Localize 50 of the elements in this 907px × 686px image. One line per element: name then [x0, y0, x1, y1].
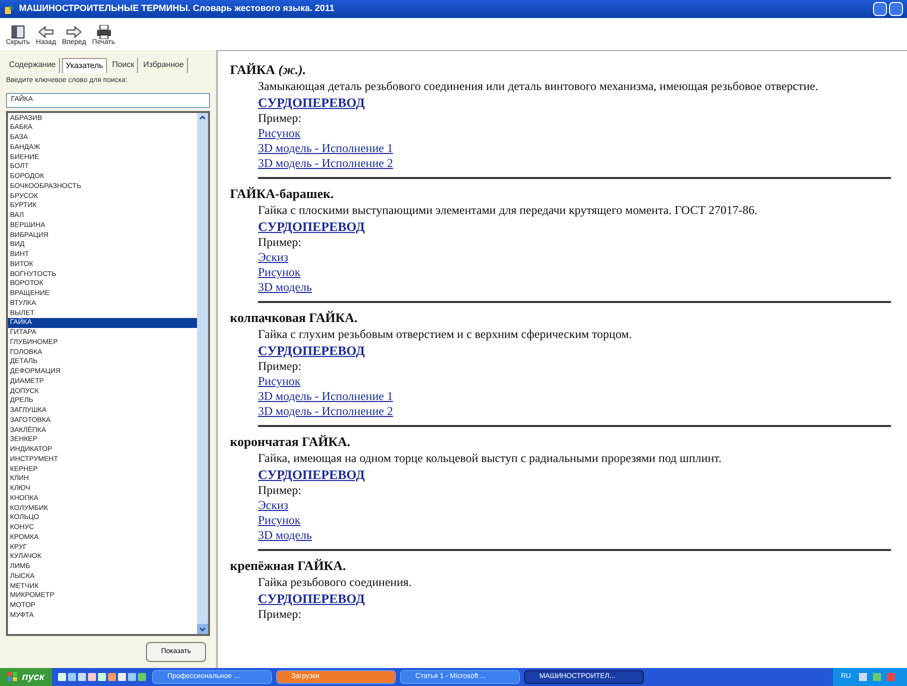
example-link[interactable]: Рисунок [258, 513, 301, 528]
sign-translation-link[interactable]: СУРДОПЕРЕВОД [258, 218, 365, 235]
minimize-button[interactable] [873, 2, 887, 16]
windows-flag-icon [8, 672, 18, 682]
tab[interactable]: Содержание [6, 58, 60, 73]
example-label: Пример: [258, 235, 302, 250]
tab[interactable]: Указатель [62, 58, 108, 73]
sign-translation-link[interactable]: СУРДОПЕРЕВОД [258, 590, 365, 607]
example-label: Пример: [258, 359, 302, 374]
forward-arrow-icon [66, 25, 82, 39]
example-link[interactable]: Рисунок [258, 374, 301, 389]
tab[interactable]: Поиск [109, 58, 138, 73]
definition: Замыкающая деталь резьбового соединения или деталь винтового механизма, имеющая резьбовое отверстие. [258, 79, 818, 94]
window-title: МАШИНОСТРОИТЕЛЬНЫЕ ТЕРМИНЫ. Словарь жестового языка. 2011 [19, 2, 334, 16]
example-link[interactable]: 3D модель [258, 528, 312, 543]
term-heading: крепёжная ГАЙКА. [230, 557, 347, 575]
example-link[interactable]: 3D модель - Исполнение 1 [258, 141, 393, 156]
sign-translation-link[interactable]: СУРДОПЕРЕВОД [258, 466, 365, 483]
example-link[interactable]: Эскиз [258, 250, 288, 265]
sign-translation-link[interactable]: СУРДОПЕРЕВОД [258, 342, 365, 359]
back-arrow-icon [38, 25, 54, 39]
scroll-up-icon[interactable] [197, 112, 208, 122]
example-link[interactable]: 3D модель [258, 280, 312, 295]
term-heading: колпачковая ГАЙКА. [230, 309, 358, 327]
term-heading: ГАЙКА (ж.). [230, 61, 307, 79]
example-label: Пример: [258, 111, 302, 126]
scrollbar[interactable] [197, 112, 208, 634]
scroll-down-icon[interactable] [197, 624, 208, 634]
sign-translation-link[interactable]: СУРДОПЕРЕВОД [258, 94, 365, 111]
definition: Гайка, имеющая на одном торце кольцевой выступ с радиальными прорезями под шплинт. [258, 451, 722, 466]
example-link[interactable]: 3D модель - Исполнение 1 [258, 389, 393, 404]
start-button[interactable]: пуск [0, 668, 52, 686]
app-icon [4, 4, 15, 14]
example-link[interactable]: 3D модель - Исполнение 2 [258, 156, 393, 171]
panel-icon [10, 25, 26, 39]
definition: Гайка с плоскими выступающими элементами для передачи крутящего момента. ГОСТ 27017-86. [258, 203, 758, 218]
term-heading: корончатая ГАЙКА. [230, 433, 352, 451]
example-label: Пример: [258, 483, 302, 498]
term-heading: ГАЙКА-барашек. [230, 185, 335, 203]
example-link[interactable]: Рисунок [258, 126, 301, 141]
example-link[interactable]: 3D модель - Исполнение 2 [258, 404, 393, 419]
quick-launch-icons[interactable] [56, 672, 148, 682]
example-link[interactable]: Эскиз [258, 498, 288, 513]
definition: Гайка резьбового соединения. [258, 575, 412, 590]
example-link[interactable]: Рисунок [258, 265, 301, 280]
definition: Гайка с глухим резьбовым отверстием и с верхним сферическим торцом. [258, 327, 632, 342]
printer-icon [96, 25, 112, 39]
close-button[interactable] [889, 2, 903, 16]
example-label: Пример: [258, 607, 302, 622]
tab[interactable]: Избранное [140, 58, 188, 73]
